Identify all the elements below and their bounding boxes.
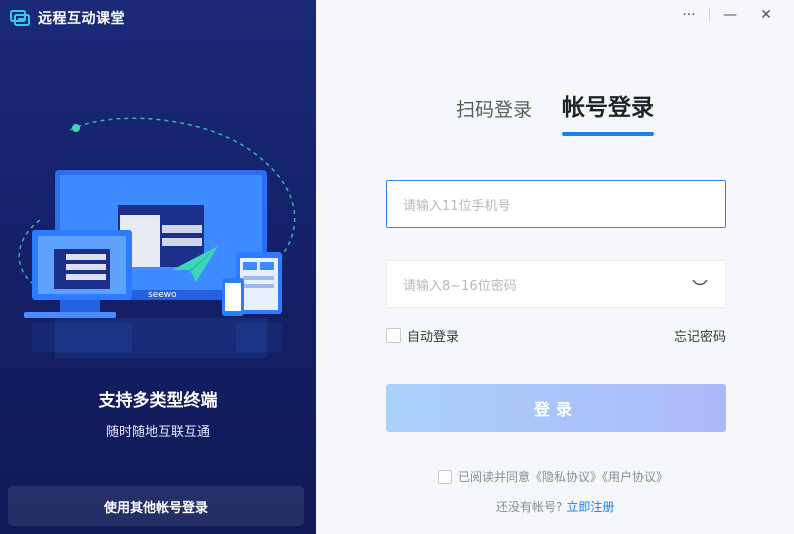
slogan: 支持多类型终端 xyxy=(98,391,218,411)
tab-qr-login[interactable]: 扫码登录 xyxy=(456,95,532,132)
login-button[interactable]: 登录 xyxy=(386,384,726,432)
password-input[interactable]: 请输入8~16位密码 xyxy=(386,260,726,308)
eye-closed-icon[interactable] xyxy=(691,273,709,291)
agreement-checkbox[interactable]: 已阅读并同意《隐私协议》《用户协议》 xyxy=(438,468,668,485)
app-logo-icon xyxy=(10,9,30,27)
sub-slogan: 随时随地互联互通 xyxy=(105,425,210,440)
checkbox-box[interactable] xyxy=(386,328,401,343)
phone-placeholder: 请输入11位手机号 xyxy=(403,198,511,214)
agreement-text: 已阅读并同意《隐私协议》《用户协议》 xyxy=(458,470,669,484)
app-title: 远程互动课堂 xyxy=(38,11,125,27)
multi-device-illustration: seewo xyxy=(18,117,296,358)
password-placeholder: 请输入8~16位密码 xyxy=(403,278,517,294)
register-prompt: 还没有帐号? xyxy=(496,500,563,514)
illustration-brand: seewo xyxy=(148,290,177,300)
auto-login-checkbox[interactable]: 自动登录 xyxy=(386,326,459,345)
tab-account-login[interactable]: 帐号登录 xyxy=(562,88,655,136)
auto-login-label: 自动登录 xyxy=(407,330,460,345)
window-controls: ··· — ✕ xyxy=(671,4,784,26)
other-account-login-button[interactable]: 使用其他帐号登录 xyxy=(8,486,304,526)
login-tabs: 扫码登录 帐号登录 xyxy=(456,88,655,136)
left-panel: 远程互动课堂 seewo 支持多类型终端 随时随地互联互通 使用其他帐号登录 xyxy=(0,0,316,534)
register-link[interactable]: 立即注册 xyxy=(566,500,614,514)
minimize-icon[interactable]: — xyxy=(712,4,748,26)
app-bar: 远程互动课堂 xyxy=(10,8,125,28)
login-options: 自动登录 忘记密码 xyxy=(386,326,726,345)
window-controls-divider xyxy=(709,8,710,22)
right-panel: ··· — ✕ 扫码登录 帐号登录 请输入11位手机号 请输入8~16位密码 自… xyxy=(316,0,794,534)
register-row: 还没有帐号? 立即注册 xyxy=(496,498,614,515)
forgot-password-link[interactable]: 忘记密码 xyxy=(674,326,726,345)
agreement-box[interactable] xyxy=(438,469,452,484)
close-icon[interactable]: ✕ xyxy=(748,4,784,26)
more-icon[interactable]: ··· xyxy=(671,4,707,26)
phone-input[interactable]: 请输入11位手机号 xyxy=(386,180,726,228)
